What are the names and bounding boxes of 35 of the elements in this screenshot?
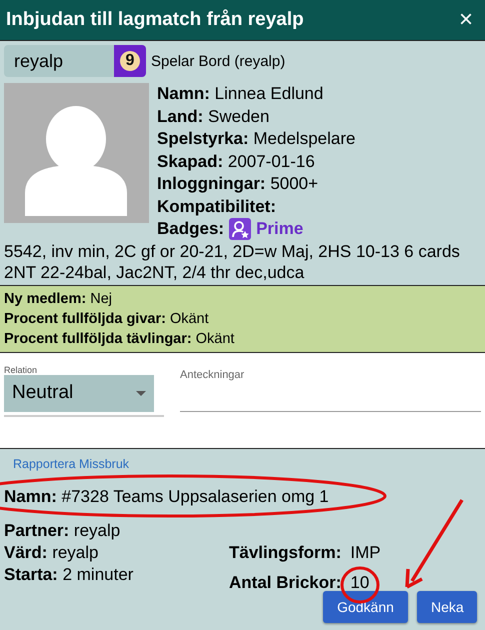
event-field: Partner: reyalp [4, 520, 120, 542]
notes-input[interactable]: Anteckningar [180, 368, 481, 380]
stat-line: Ny medlem: Nej [4, 290, 113, 308]
status-text: Spelar Bord (reyalp) [151, 52, 286, 70]
stat-line: Procent fullföljda tävlingar: Okänt [4, 330, 236, 348]
relation-label: Relation [4, 364, 38, 374]
notes-field[interactable]: Anteckningar [180, 364, 481, 412]
event-field: Namn: #7328 Teams Uppsalaserien omg 1 [4, 486, 329, 508]
profile-field: Land: Sweden [157, 106, 356, 128]
level-badge: 9 [114, 45, 146, 77]
accept-button[interactable]: Godkänn [323, 590, 408, 622]
badge-name: Prime [256, 218, 304, 240]
close-button[interactable]: × [452, 6, 479, 34]
event-value: IMP [350, 542, 381, 564]
event-label: Antal Brickor: [229, 572, 342, 594]
stat-line: Procent fullföljda givar: Okänt [4, 310, 210, 328]
profile-field: Spelstyrka: Medelspelare [157, 128, 356, 150]
event-value: 10 [350, 572, 370, 594]
bio-text: 5542, inv min, 2C gf or 20-21, 2D=w Maj, 2HS 10-13 6 cards [4, 240, 461, 262]
decline-button[interactable]: Neka [417, 590, 477, 622]
event-field: Starta: 2 minuter [4, 564, 134, 594]
bio-text: 2NT 22-24bal, Jac2NT, 2/4 thr dec,udca [4, 262, 306, 282]
event-label: Tävlingsform: [229, 542, 342, 564]
caret-icon [136, 390, 146, 396]
profile-field: Inloggningar: 5000+ [157, 173, 356, 196]
profile-field: Skapad: 2007-01-16 [157, 150, 356, 173]
report-link[interactable]: Rapportera Missbruk [13, 456, 130, 470]
annotation-circle [340, 566, 380, 604]
username-tag: reyalp [4, 45, 114, 77]
profile-field: Kompatibilitet: [157, 196, 356, 218]
relation-select[interactable]: Neutral [4, 374, 154, 412]
window-title: Inbjudan till lagmatch från reyalp [6, 9, 304, 31]
event-field: Värd: reyalp [4, 542, 98, 564]
profile-field: Namn: Linnea Edlund [157, 83, 356, 106]
badges-label: Badges: [157, 218, 224, 240]
